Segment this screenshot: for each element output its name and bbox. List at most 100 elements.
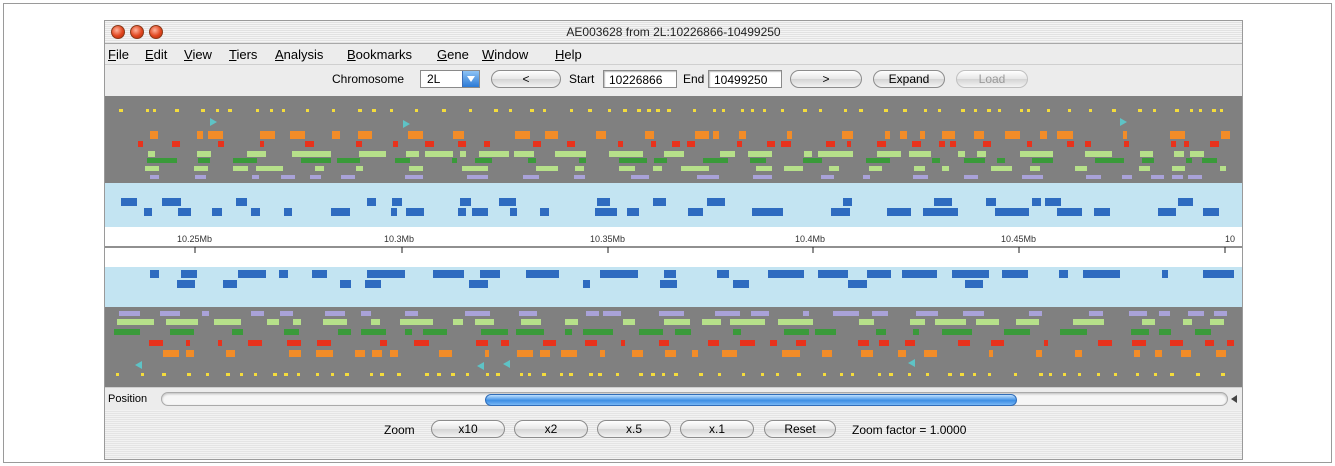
gene-exon[interactable] bbox=[212, 208, 222, 216]
feature-red[interactable] bbox=[781, 141, 791, 147]
feature-lavender[interactable] bbox=[519, 311, 537, 316]
feature-red[interactable] bbox=[248, 340, 262, 346]
feature-lightgreen[interactable] bbox=[194, 166, 208, 171]
gene-exon[interactable] bbox=[406, 208, 424, 216]
feature-green[interactable] bbox=[147, 158, 177, 163]
gene-exon[interactable] bbox=[178, 208, 191, 216]
feature-orange[interactable] bbox=[692, 350, 698, 357]
feature-red[interactable] bbox=[950, 141, 956, 147]
feature-lightgreen[interactable] bbox=[315, 166, 324, 171]
feature-orange[interactable] bbox=[942, 131, 955, 139]
feature-lavender[interactable] bbox=[467, 175, 488, 179]
feature-lightgreen[interactable] bbox=[976, 319, 999, 325]
feature-red[interactable] bbox=[425, 141, 434, 147]
forward-strand-results-track[interactable] bbox=[105, 96, 1242, 183]
gene-exon[interactable] bbox=[887, 208, 911, 216]
feature-yellow[interactable] bbox=[1063, 373, 1066, 376]
feature-yellow[interactable] bbox=[722, 109, 725, 112]
feature-yellow[interactable] bbox=[332, 109, 335, 112]
feature-orange[interactable] bbox=[439, 350, 452, 357]
feature-red[interactable] bbox=[305, 141, 314, 147]
feature-lavender[interactable] bbox=[603, 311, 621, 316]
feature-yellow[interactable] bbox=[961, 109, 965, 112]
gene-exon[interactable] bbox=[340, 280, 351, 288]
feature-yellow[interactable] bbox=[674, 373, 678, 376]
feature-lightgreen[interactable] bbox=[942, 166, 949, 171]
feature-lavender[interactable] bbox=[913, 175, 928, 179]
feature-yellow[interactable] bbox=[960, 373, 964, 376]
feature-lavender[interactable] bbox=[405, 311, 418, 316]
feature-lightgreen[interactable] bbox=[406, 151, 419, 157]
feature-yellow[interactable] bbox=[713, 109, 716, 112]
feature-yellow[interactable] bbox=[1154, 373, 1157, 376]
feature-lavender[interactable] bbox=[251, 311, 264, 316]
feature-yellow[interactable] bbox=[1097, 373, 1100, 376]
feature-red[interactable] bbox=[533, 141, 541, 147]
feature-lightgreen[interactable] bbox=[145, 166, 159, 171]
zoom-x2-button[interactable]: x2 bbox=[514, 420, 588, 438]
feature-yellow[interactable] bbox=[639, 373, 643, 376]
feature-red[interactable] bbox=[708, 340, 719, 346]
feature-lavender[interactable] bbox=[310, 175, 321, 179]
feature-yellow[interactable] bbox=[297, 373, 300, 376]
feature-red[interactable] bbox=[879, 340, 889, 346]
feature-lightgreen[interactable] bbox=[1210, 319, 1224, 325]
feature-yellow[interactable] bbox=[543, 109, 546, 112]
gene-exon[interactable] bbox=[1158, 208, 1176, 216]
feature-yellow[interactable] bbox=[938, 109, 941, 112]
feature-lightgreen[interactable] bbox=[555, 151, 586, 157]
feature-yellow[interactable] bbox=[437, 373, 441, 376]
feature-orange[interactable] bbox=[900, 131, 907, 139]
feature-orange[interactable] bbox=[453, 131, 464, 139]
feature-yellow[interactable] bbox=[390, 109, 393, 112]
feature-green[interactable] bbox=[733, 329, 741, 335]
gene-exon[interactable] bbox=[653, 198, 666, 206]
feature-lightgreen[interactable] bbox=[536, 166, 558, 171]
feature-lightgreen[interactable] bbox=[214, 319, 241, 325]
feature-lightgreen[interactable] bbox=[1140, 151, 1153, 157]
feature-orange[interactable] bbox=[645, 131, 654, 139]
feature-green[interactable] bbox=[997, 158, 1005, 163]
feature-orange[interactable] bbox=[1155, 350, 1162, 357]
feature-red[interactable] bbox=[672, 141, 680, 147]
feature-orange[interactable] bbox=[1040, 131, 1047, 139]
feature-lightgreen[interactable] bbox=[267, 319, 279, 325]
feature-red[interactable] bbox=[356, 141, 362, 147]
feature-lightgreen[interactable] bbox=[371, 319, 380, 325]
feature-orange[interactable] bbox=[596, 131, 606, 139]
feature-green[interactable] bbox=[1060, 329, 1087, 335]
feature-yellow[interactable] bbox=[201, 109, 205, 112]
feature-lightgreen[interactable] bbox=[1073, 319, 1104, 325]
feature-yellow[interactable] bbox=[284, 373, 288, 376]
feature-yellow[interactable] bbox=[693, 109, 696, 112]
feature-yellow[interactable] bbox=[486, 373, 489, 376]
feature-red[interactable] bbox=[1044, 340, 1048, 346]
feature-yellow[interactable] bbox=[256, 109, 259, 112]
feature-green[interactable] bbox=[1195, 329, 1211, 335]
feature-red[interactable] bbox=[1132, 340, 1146, 346]
feature-lavender[interactable] bbox=[195, 175, 206, 179]
feature-lightgreen[interactable] bbox=[909, 151, 931, 157]
feature-orange[interactable] bbox=[787, 131, 792, 139]
feature-green[interactable] bbox=[1202, 158, 1217, 163]
feature-orange[interactable] bbox=[1216, 350, 1226, 357]
feature-green[interactable] bbox=[233, 158, 257, 163]
menu-bookmarks[interactable]: Bookmarks bbox=[347, 47, 412, 62]
feature-yellow[interactable] bbox=[1138, 109, 1142, 112]
gene-exon[interactable] bbox=[469, 280, 488, 288]
gene-exon[interactable] bbox=[367, 270, 405, 278]
gene-exon[interactable] bbox=[510, 208, 517, 216]
feature-yellow[interactable] bbox=[973, 373, 976, 376]
feature-yellow[interactable] bbox=[228, 109, 232, 112]
gene-exon[interactable] bbox=[181, 270, 197, 278]
feature-red[interactable] bbox=[912, 141, 921, 147]
feature-yellow[interactable] bbox=[282, 109, 285, 112]
feature-lightgreen[interactable] bbox=[475, 319, 494, 325]
feature-lavender[interactable] bbox=[821, 175, 834, 179]
feature-orange[interactable] bbox=[898, 350, 906, 357]
feature-red[interactable] bbox=[767, 141, 775, 147]
feature-green[interactable] bbox=[423, 329, 447, 335]
gene-exon[interactable] bbox=[965, 280, 983, 288]
feature-green[interactable] bbox=[784, 329, 809, 335]
feature-yellow[interactable] bbox=[851, 373, 854, 376]
